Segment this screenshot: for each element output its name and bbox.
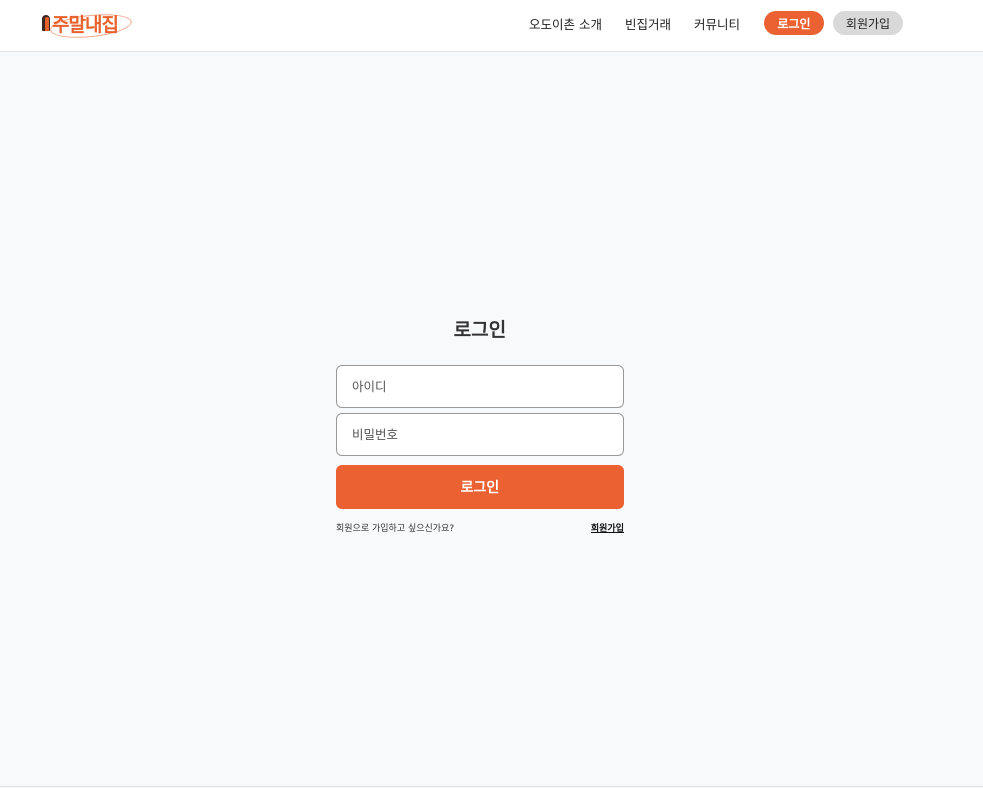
header-signup-button[interactable]: 회원가입 xyxy=(833,11,903,35)
signup-link[interactable]: 회원가입 xyxy=(591,521,624,534)
site-logo[interactable]: 주말내집 xyxy=(42,8,133,42)
login-form: 로그인 로그인 회원으로 가입하고 싶으신가요? 회원가입 xyxy=(336,318,624,534)
nav-link-community[interactable]: 커뮤니티 xyxy=(694,14,740,33)
footer-divider xyxy=(0,786,983,787)
header-login-button[interactable]: 로그인 xyxy=(764,11,824,35)
password-input[interactable] xyxy=(336,413,624,456)
main-nav: 오도이촌 소개 빈집거래 커뮤니티 로그인 회원가입 xyxy=(529,11,903,35)
signup-row: 회원으로 가입하고 싶으신가요? 회원가입 xyxy=(336,521,624,534)
login-title: 로그인 xyxy=(453,319,507,341)
nav-link-about[interactable]: 오도이촌 소개 xyxy=(529,14,602,33)
signup-prompt: 회원으로 가입하고 싶으신가요? xyxy=(336,524,455,534)
id-input[interactable] xyxy=(336,365,624,408)
nav-link-vacant-house[interactable]: 빈집거래 xyxy=(625,14,671,33)
logo-text: 주말내집 xyxy=(52,13,119,36)
login-submit-button[interactable]: 로그인 xyxy=(336,465,624,509)
house-door-icon xyxy=(42,15,50,31)
top-header: 주말내집 오도이촌 소개 빈집거래 커뮤니티 로그인 회원가입 xyxy=(0,0,983,52)
